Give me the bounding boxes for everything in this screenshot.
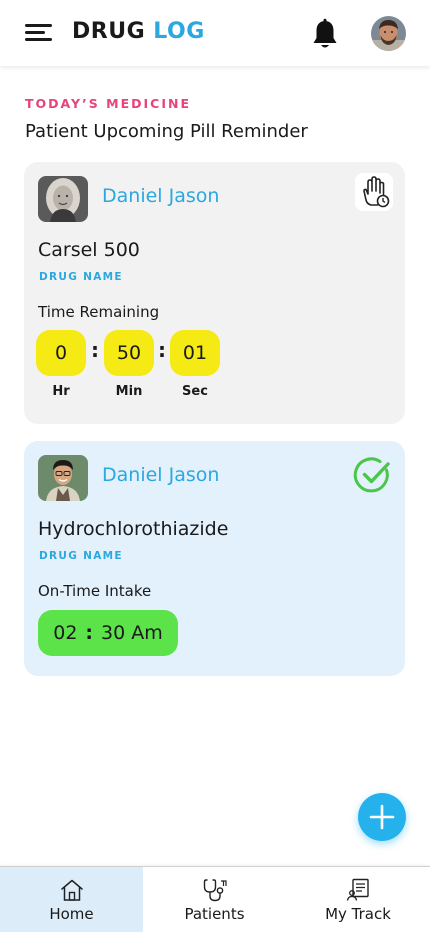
app-logo: DRUG LOG <box>72 19 205 44</box>
drug-name: Hydrochlorothiazide <box>38 518 229 540</box>
bottom-navigation: Home Patients My Track <box>0 866 430 932</box>
intake-minute-period: 30 Am <box>101 622 163 644</box>
logo-word-drug: DRUG <box>72 19 146 44</box>
check-circle-icon[interactable] <box>353 456 393 496</box>
reminder-card[interactable]: Daniel Jason Hydrochlorothiazide DRUG NA… <box>24 441 405 676</box>
nav-item-home[interactable]: Home <box>0 867 143 932</box>
timer-seconds: 01 <box>170 330 220 376</box>
timer-hours: 0 <box>36 330 86 376</box>
drug-name-label: DRUG NAME <box>39 271 123 283</box>
plus-icon <box>369 804 395 830</box>
hand-clock-icon[interactable] <box>355 173 393 211</box>
timer-separator: : <box>158 338 166 362</box>
reminder-card[interactable]: Daniel Jason Carsel 500 DRUG NAME Time R… <box>24 162 405 424</box>
timer-hours-label: Hr <box>52 384 70 399</box>
intake-separator: : <box>85 622 94 644</box>
on-time-intake-label: On-Time Intake <box>38 582 152 600</box>
section-kicker: TODAY’S MEDICINE <box>25 96 191 111</box>
home-icon <box>60 879 83 901</box>
patient-name[interactable]: Daniel Jason <box>102 185 219 207</box>
nav-label-my-track: My Track <box>325 905 391 923</box>
drug-name: Carsel 500 <box>38 239 140 261</box>
nav-item-patients[interactable]: Patients <box>143 867 286 932</box>
timer-seconds-label: Sec <box>182 384 208 399</box>
app-header: DRUG LOG <box>0 0 430 66</box>
patient-avatar <box>38 176 88 222</box>
nav-item-my-track[interactable]: My Track <box>286 867 430 932</box>
patient-avatar <box>38 455 88 501</box>
patient-name[interactable]: Daniel Jason <box>102 464 219 486</box>
add-reminder-button[interactable] <box>358 793 406 841</box>
timer-minutes-label: Min <box>115 384 143 399</box>
nav-label-patients: Patients <box>184 905 245 923</box>
profile-avatar[interactable] <box>371 16 406 51</box>
stethoscope-icon <box>203 879 227 902</box>
page-title: Patient Upcoming Pill Reminder <box>25 121 308 142</box>
logo-word-log: LOG <box>153 19 205 44</box>
hamburger-menu-icon[interactable] <box>25 22 53 44</box>
drug-name-label: DRUG NAME <box>39 550 123 562</box>
nav-label-home: Home <box>49 905 94 923</box>
time-remaining-label: Time Remaining <box>38 303 160 321</box>
report-icon <box>346 878 369 901</box>
bell-icon[interactable] <box>310 18 340 52</box>
timer-minutes: 50 <box>104 330 154 376</box>
intake-time-badge: 02 : 30 Am <box>38 610 178 656</box>
intake-hour: 02 <box>53 622 78 644</box>
timer-separator: : <box>91 338 99 362</box>
